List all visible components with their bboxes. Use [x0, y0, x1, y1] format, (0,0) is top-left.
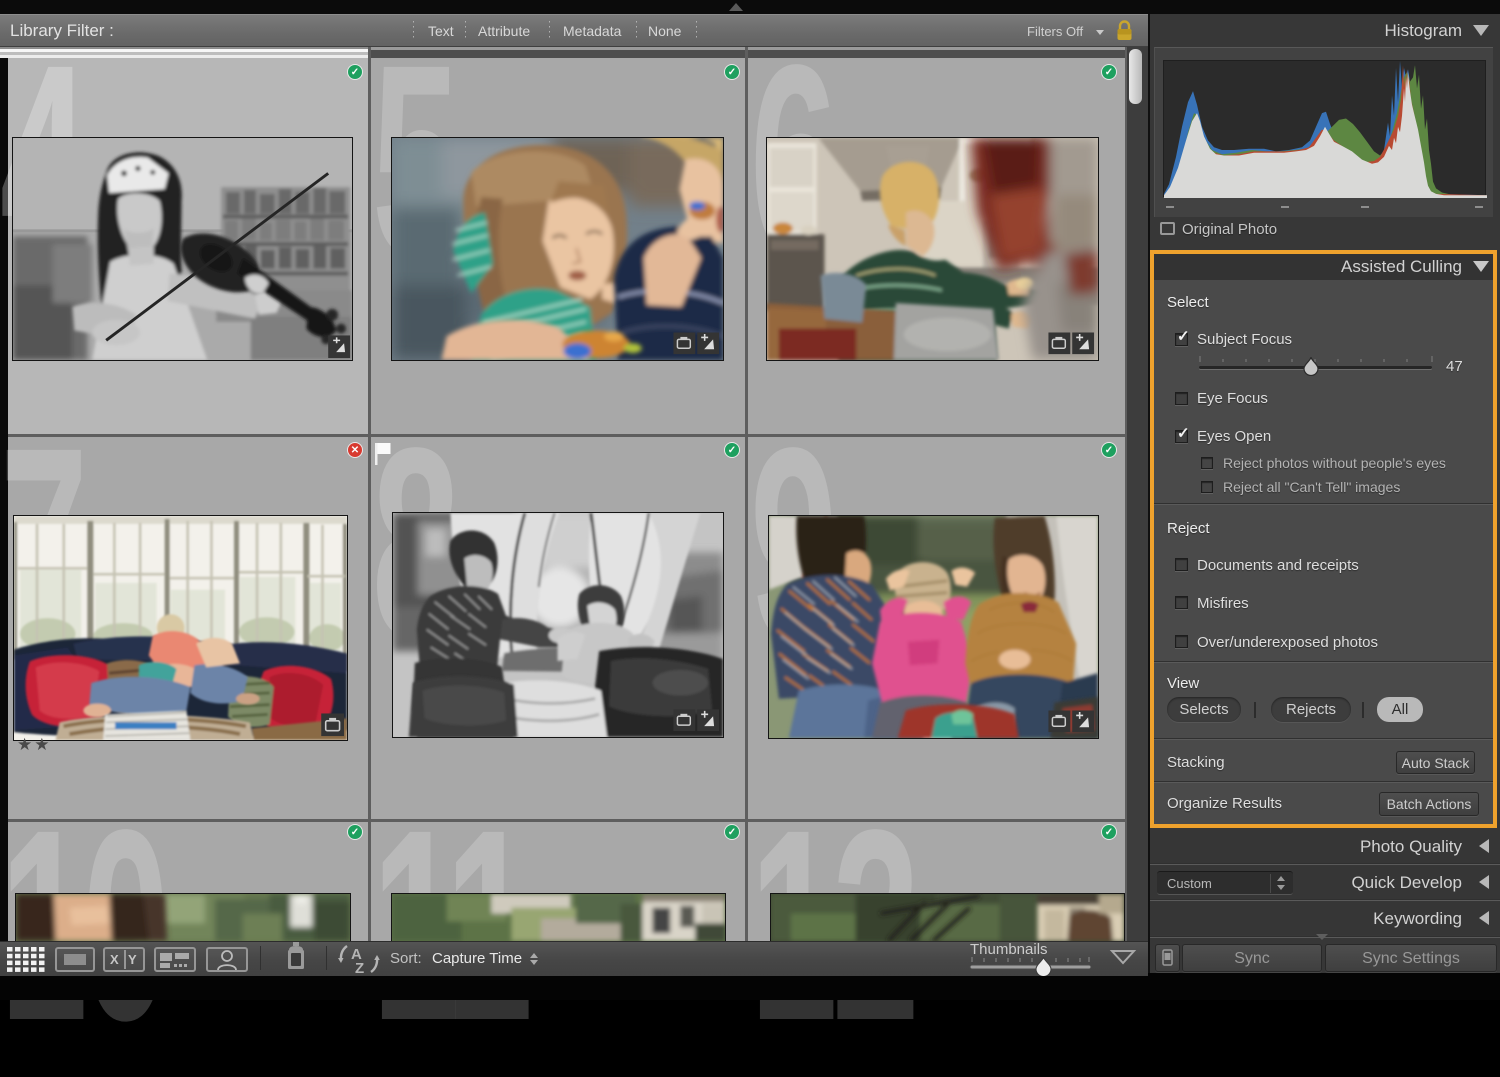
svg-text:Z: Z [355, 960, 364, 974]
